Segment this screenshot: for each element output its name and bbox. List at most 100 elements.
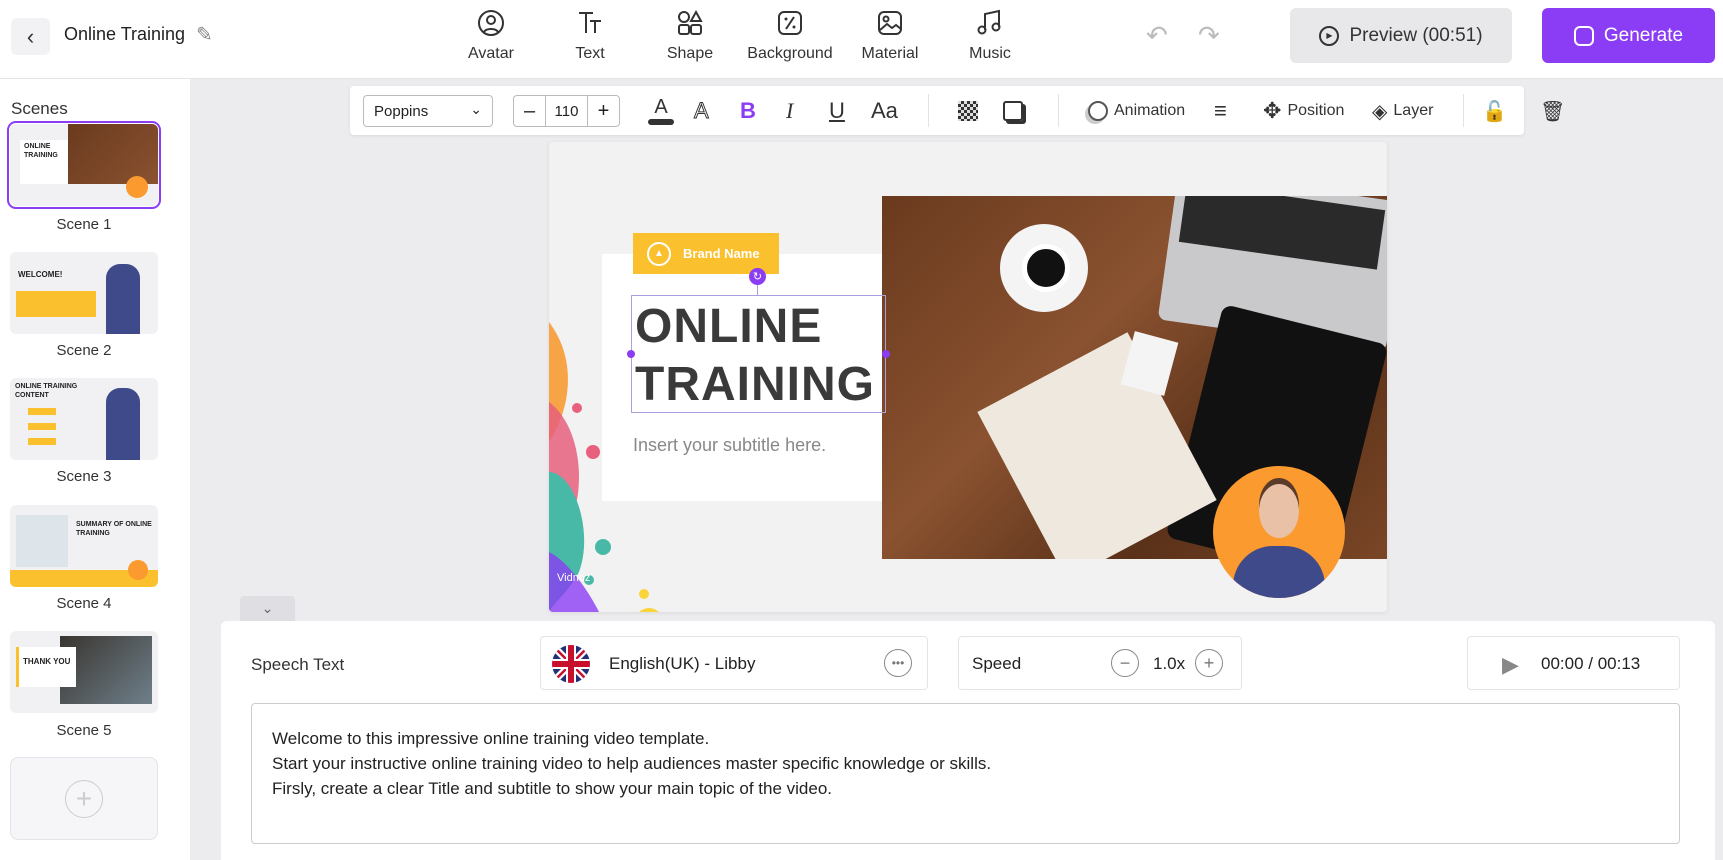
italic-icon[interactable]: I bbox=[786, 96, 793, 126]
layer-button[interactable]: ◈ Layer bbox=[1372, 96, 1433, 126]
move-icon: ✥ bbox=[1263, 98, 1282, 123]
speed-increase-button[interactable]: + bbox=[1195, 649, 1223, 677]
play-icon[interactable]: ▶ bbox=[1502, 652, 1519, 678]
divider bbox=[1463, 94, 1464, 127]
undo-icon[interactable]: ↶ bbox=[1146, 20, 1168, 51]
project-title[interactable]: Online Training bbox=[64, 24, 185, 45]
chevron-down-icon: ⌄ bbox=[261, 600, 274, 616]
redo-icon[interactable]: ↷ bbox=[1198, 20, 1220, 51]
speed-control: Speed − 1.0x + bbox=[958, 636, 1242, 690]
font-select[interactable]: Poppins ⌄ bbox=[363, 95, 493, 127]
generate-button[interactable]: Generate bbox=[1542, 8, 1715, 63]
speed-value: 1.0x bbox=[1153, 654, 1186, 673]
scene-label: Scene 1 bbox=[56, 216, 112, 233]
vidnoz-watermark: Vidnoz bbox=[557, 572, 591, 584]
audio-time: 00:00 / 00:13 bbox=[1541, 654, 1641, 673]
underline-icon[interactable]: U bbox=[829, 96, 845, 126]
collapse-panel-button[interactable]: ⌄ bbox=[240, 596, 295, 621]
voice-selector[interactable]: English(UK) - Libby ••• bbox=[540, 636, 928, 690]
tool-avatar[interactable]: Avatar bbox=[441, 8, 541, 63]
scene-heading: WELCOME! bbox=[18, 270, 63, 279]
voice-name: English(UK) - Libby bbox=[609, 654, 756, 673]
font-size-stepper[interactable]: – 110 + bbox=[513, 95, 620, 127]
plus-icon: + bbox=[65, 779, 103, 818]
font-size-value[interactable]: 110 bbox=[546, 96, 587, 126]
edit-title-icon[interactable]: ✎ bbox=[196, 22, 213, 47]
speech-text-label: Speech Text bbox=[251, 655, 345, 674]
audio-player: ▶ 00:00 / 00:13 bbox=[1467, 636, 1680, 690]
resize-handle-left[interactable] bbox=[627, 350, 635, 358]
chevron-down-icon: ⌄ bbox=[470, 101, 482, 117]
tool-material[interactable]: Material bbox=[840, 8, 940, 63]
speech-line: Welcome to this impressive online traini… bbox=[272, 729, 710, 748]
divider bbox=[928, 94, 929, 127]
back-button[interactable]: ‹ bbox=[11, 18, 50, 55]
divider bbox=[1058, 94, 1059, 127]
slide-canvas[interactable]: Vidnoz ▲ Brand Name ↻ ONLINE TRAINING Inse… bbox=[549, 142, 1387, 612]
speed-label: Speed bbox=[972, 654, 1022, 673]
preview-button[interactable]: ▶ Preview (00:51) bbox=[1290, 8, 1512, 63]
music-icon bbox=[977, 9, 1001, 35]
brand-logo-icon: ▲ bbox=[647, 241, 671, 266]
unlock-icon[interactable]: 🔓 bbox=[1482, 96, 1507, 126]
tool-label: Music bbox=[969, 45, 1011, 62]
title-line: ONLINE bbox=[635, 300, 823, 353]
tool-label: Shape bbox=[666, 45, 714, 62]
scene-thumbnail-1[interactable]: ONLINE TRAINING bbox=[7, 121, 161, 209]
play-circle-icon: ▶ bbox=[1319, 25, 1340, 46]
tool-text[interactable]: Text bbox=[540, 8, 640, 63]
increase-size-button[interactable]: + bbox=[587, 96, 619, 126]
scene-thumbnail-4[interactable]: SUMMARY OF ONLINE TRAINING bbox=[10, 505, 158, 587]
text-outline-icon[interactable]: A bbox=[694, 96, 710, 126]
trash-icon[interactable]: 🗑 bbox=[1540, 96, 1565, 126]
generate-icon bbox=[1573, 25, 1594, 46]
align-icon[interactable]: ≡ bbox=[1214, 96, 1227, 126]
position-button[interactable]: ✥ Position bbox=[1263, 96, 1344, 126]
top-bar: ‹ Online Training ✎ Avatar Text Shape Ba… bbox=[0, 0, 1723, 79]
material-icon bbox=[878, 11, 902, 35]
tool-shape[interactable]: Shape bbox=[640, 8, 740, 63]
speech-textarea[interactable]: Welcome to this impressive online traini… bbox=[251, 703, 1680, 844]
avatar-icon bbox=[478, 10, 504, 36]
tool-music[interactable]: Music bbox=[940, 8, 1040, 63]
text-color-icon[interactable]: A bbox=[648, 96, 674, 126]
text-case-icon[interactable]: Aa bbox=[871, 96, 898, 126]
position-label: Position bbox=[1287, 102, 1345, 119]
format-toolbar: Poppins ⌄ – 110 + A A B I U Aa Animation … bbox=[350, 86, 1565, 135]
brand-name: Brand Name bbox=[683, 246, 760, 261]
speech-line: Start your instructive online training v… bbox=[272, 754, 992, 773]
speed-decrease-button[interactable]: − bbox=[1111, 649, 1139, 677]
layer-label: Layer bbox=[1393, 102, 1434, 119]
scene-label: Scene 2 bbox=[56, 342, 112, 359]
tool-label: Material bbox=[861, 45, 919, 62]
tool-background[interactable]: Background bbox=[740, 8, 840, 63]
background-icon bbox=[778, 11, 802, 35]
scene-thumbnail-3[interactable]: ONLINE TRAINING CONTENT bbox=[10, 378, 158, 460]
rotate-handle[interactable]: ↻ bbox=[749, 268, 766, 285]
scene-heading: ONLINE TRAINING CONTENT bbox=[15, 383, 78, 399]
scene-heading: ONLINE TRAINING bbox=[24, 143, 58, 159]
opacity-icon[interactable] bbox=[958, 96, 978, 126]
scene-label: Scene 3 bbox=[56, 468, 112, 485]
font-value: Poppins bbox=[374, 103, 429, 120]
decrease-size-button[interactable]: – bbox=[514, 96, 546, 126]
rotate-connector bbox=[757, 285, 758, 295]
animation-button[interactable]: Animation bbox=[1088, 96, 1185, 126]
avatar-presenter[interactable] bbox=[1213, 466, 1345, 598]
scene-thumbnail-5[interactable]: THANK YOU bbox=[10, 631, 158, 713]
slide-title[interactable]: ONLINE TRAINING bbox=[635, 298, 875, 414]
layers-icon: ◈ bbox=[1372, 100, 1388, 123]
shadow-icon[interactable] bbox=[1003, 96, 1023, 126]
slide-subtitle[interactable]: Insert your subtitle here. bbox=[633, 435, 826, 456]
tool-label: Text bbox=[575, 45, 605, 62]
add-scene-button[interactable]: + bbox=[10, 757, 158, 840]
bold-icon[interactable]: B bbox=[740, 96, 756, 126]
resize-handle-right[interactable] bbox=[882, 350, 890, 358]
preview-label: Preview (00:51) bbox=[1349, 24, 1483, 46]
uk-flag-icon bbox=[552, 645, 590, 683]
speech-line: Firsly, create a clear Title and subtitl… bbox=[272, 779, 833, 798]
scene-thumbnail-2[interactable]: WELCOME! bbox=[10, 252, 158, 334]
more-options-icon[interactable]: ••• bbox=[884, 649, 912, 677]
scene-heading: SUMMARY OF ONLINE TRAINING bbox=[76, 521, 152, 537]
text-icon bbox=[579, 12, 601, 33]
